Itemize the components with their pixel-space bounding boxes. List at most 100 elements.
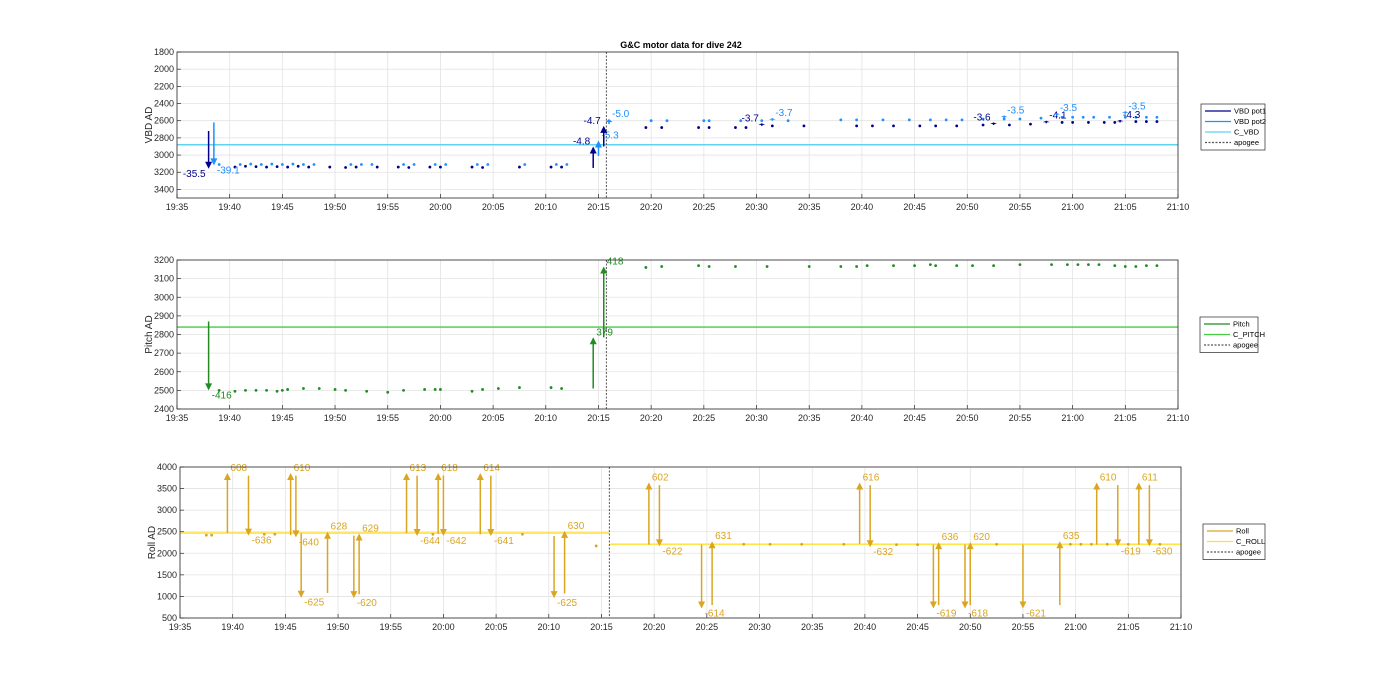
move-label: -622 — [662, 546, 682, 557]
data-point — [286, 165, 290, 169]
x-tick-label: 20:35 — [798, 202, 821, 212]
data-point — [1071, 115, 1075, 119]
data-point — [523, 163, 527, 166]
move-label: 636 — [942, 532, 959, 543]
x-tick-label: 19:45 — [274, 622, 297, 632]
x-tick-label: 19:35 — [166, 202, 189, 212]
data-point — [333, 388, 337, 391]
data-point — [328, 165, 332, 169]
move-label: 628 — [331, 522, 348, 533]
x-tick-label: 20:30 — [745, 202, 768, 212]
x-tick-label: 19:55 — [376, 202, 399, 212]
data-point — [312, 163, 316, 166]
move-label: -4.8 — [573, 136, 591, 147]
data-point — [1134, 265, 1138, 268]
x-tick-label: 19:40 — [218, 202, 241, 212]
y-tick-label: 3400 — [154, 184, 174, 194]
move-label: -35.5 — [183, 169, 206, 180]
data-point — [1087, 121, 1090, 124]
y-tick-label: 3000 — [154, 150, 174, 160]
data-point — [565, 163, 569, 166]
move-label: 620 — [973, 532, 990, 543]
data-point — [354, 165, 358, 169]
data-point — [855, 265, 859, 268]
move-label: -625 — [304, 598, 324, 609]
x-tick-label: 19:50 — [327, 622, 350, 632]
legend-label: Roll — [1236, 527, 1249, 536]
data-point — [871, 124, 874, 128]
x-tick-label: 20:25 — [693, 413, 716, 423]
data-point — [370, 163, 374, 166]
move-label: -641 — [494, 536, 514, 547]
data-point — [291, 162, 295, 166]
y-tick-label: 2600 — [154, 116, 174, 126]
data-point — [913, 264, 916, 267]
x-tick-label: 19:40 — [221, 622, 244, 632]
x-tick-label: 20:50 — [956, 413, 979, 423]
y-tick-label: 3500 — [157, 484, 177, 494]
move-label: 610 — [1100, 473, 1117, 484]
data-point — [800, 542, 804, 546]
data-point — [760, 119, 764, 123]
data-point — [307, 165, 311, 169]
data-point — [1158, 542, 1162, 546]
move-label: -3.5 — [1128, 101, 1146, 112]
motor-data-figure: G&C motor data for dive 242 19:35 19:40 19… — [144, 40, 1266, 632]
chart-title: G&C motor data for dive 242 — [620, 40, 742, 50]
x-tick-label: 21:05 — [1114, 413, 1137, 423]
move-label: -3.5 — [1060, 103, 1078, 114]
data-point — [386, 390, 390, 394]
y-tick-label: 2000 — [154, 64, 174, 74]
x-tick-label: 20:40 — [854, 622, 877, 632]
data-point — [786, 119, 790, 123]
legend-label: C_ROLL — [1236, 537, 1265, 546]
data-point — [865, 264, 869, 267]
x-tick-label: 20:15 — [587, 413, 610, 423]
data-point — [554, 163, 558, 166]
data-point — [644, 266, 648, 269]
data-point — [1144, 115, 1148, 119]
data-point — [916, 543, 919, 547]
data-point — [765, 265, 769, 268]
y-tick-label: 2600 — [154, 367, 174, 377]
legend-label: apogee — [1233, 341, 1258, 350]
data-point — [992, 264, 996, 267]
data-point — [286, 388, 290, 391]
data-point — [697, 126, 700, 129]
x-tick-label: 20:10 — [535, 413, 558, 423]
data-point — [1092, 115, 1096, 119]
y-tick-label: 4000 — [157, 462, 177, 472]
move-label: -625 — [557, 598, 577, 609]
data-point — [275, 165, 279, 169]
data-point — [702, 119, 706, 123]
data-point — [560, 387, 563, 390]
move-label: 616 — [863, 473, 880, 484]
legend-label: C_VBD — [1234, 128, 1260, 137]
data-point — [928, 118, 932, 122]
data-point — [839, 118, 843, 122]
x-tick-label: 20:30 — [748, 622, 771, 632]
y-tick-label: 1800 — [154, 47, 174, 57]
data-point — [1076, 263, 1080, 267]
move-label: -642 — [446, 536, 466, 547]
move-label: -636 — [251, 536, 271, 547]
y-tick-label: 3200 — [154, 255, 174, 265]
data-point — [210, 533, 214, 537]
data-point — [273, 532, 277, 536]
data-point — [697, 264, 700, 267]
data-point — [486, 163, 490, 166]
move-label: -39.1 — [217, 165, 240, 176]
move-label: -619 — [1121, 546, 1141, 557]
x-tick-label: 20:55 — [1012, 622, 1035, 632]
data-point — [995, 542, 999, 546]
data-point — [521, 532, 524, 536]
data-point — [1155, 264, 1159, 267]
move-label: -416 — [212, 390, 232, 401]
move-label: -3.6 — [973, 112, 991, 123]
y-tick-label: 2000 — [157, 548, 177, 558]
data-point — [375, 165, 379, 169]
y-tick-label: 3000 — [154, 292, 174, 302]
y-tick-label: 2500 — [154, 385, 174, 395]
x-tick-label: 20:10 — [535, 202, 558, 212]
data-point — [481, 166, 484, 169]
